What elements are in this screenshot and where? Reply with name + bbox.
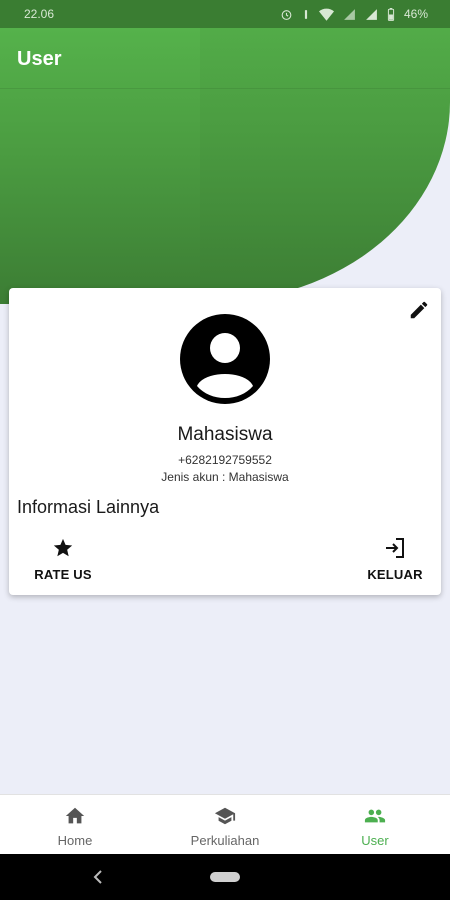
status-time: 22.06 [24, 7, 55, 21]
vibrate-icon [304, 9, 308, 19]
nav-label-perkuliahan: Perkuliahan [190, 833, 260, 848]
school-icon [214, 807, 236, 825]
people-icon [364, 809, 386, 823]
nav-item-home[interactable]: Home [0, 795, 150, 854]
section-title: Informasi Lainnya [17, 497, 160, 517]
logout-icon [386, 538, 404, 558]
home-icon [65, 807, 85, 824]
nav-label-user: User [361, 833, 389, 848]
avatar-icon [180, 314, 270, 404]
nav-item-user[interactable]: User [300, 795, 450, 854]
wifi-icon [318, 8, 334, 21]
status-bar: 22.06 46% [0, 0, 450, 28]
chevron-left-icon [93, 870, 102, 884]
rate-us-label: RATE US [34, 567, 92, 582]
logout-button[interactable]: KELUAR [350, 536, 440, 588]
system-navigation-bar [0, 854, 450, 900]
app-bar-divider [0, 88, 450, 89]
edit-pencil-icon [410, 301, 428, 319]
bottom-navigation: Home Perkuliahan User [0, 794, 450, 854]
battery-icon [387, 7, 395, 21]
signal-icon [344, 8, 355, 20]
status-icons: 46% [280, 7, 428, 21]
nav-label-home: Home [57, 833, 93, 848]
user-phone: +6282192759552 [178, 453, 272, 467]
rate-us-button[interactable]: RATE US [18, 536, 108, 588]
battery-percent: 46% [403, 7, 428, 21]
alarm-icon [281, 9, 292, 20]
page-title: User [17, 48, 62, 70]
system-back-button[interactable] [90, 867, 106, 887]
nav-item-perkuliahan[interactable]: Perkuliahan [150, 795, 300, 854]
profile-card: Mahasiswa +6282192759552 Jenis akun : Ma… [9, 288, 441, 595]
edit-button[interactable] [407, 298, 431, 322]
account-type: Jenis akun : Mahasiswa [161, 470, 289, 484]
system-home-pill[interactable] [210, 872, 240, 882]
header-background: User [0, 28, 450, 304]
user-name: Mahasiswa [177, 424, 273, 445]
signal-icon-2 [366, 8, 377, 20]
logout-label: KELUAR [367, 567, 423, 582]
star-icon [53, 538, 73, 557]
